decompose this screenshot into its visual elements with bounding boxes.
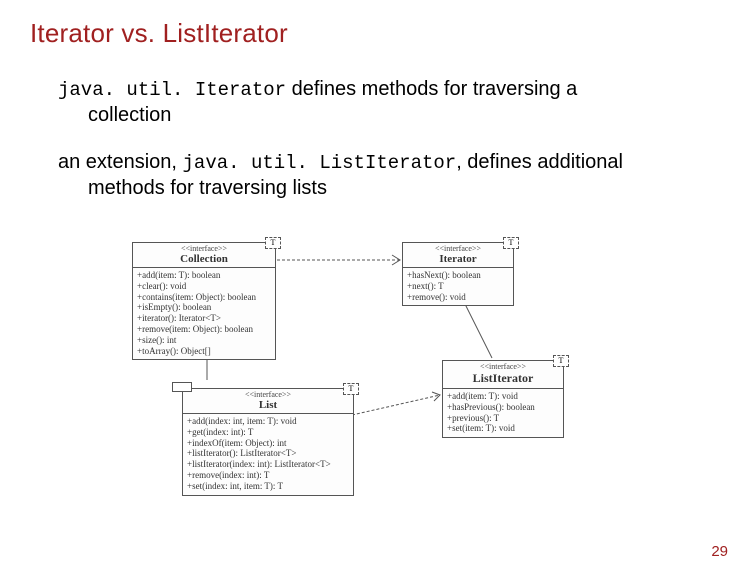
uml-iterator-members: +hasNext(): boolean +next(): T +remove()… (403, 268, 513, 305)
uml-iterator: <<interface>> Iterator +hasNext(): boole… (402, 242, 514, 306)
code-listiterator: java. util. ListIterator (183, 152, 457, 174)
slide: Iterator vs. ListIterator java. util. It… (0, 0, 756, 576)
uml-listiterator-typeparam: T (553, 355, 569, 367)
paragraph-2: an extension, java. util. ListIterator, … (58, 150, 726, 201)
uml-list-members: +add(index: int, item: T): void +get(ind… (183, 414, 353, 495)
uml-collection-typeparam: T (265, 237, 281, 249)
p2-lead: an extension, (58, 151, 183, 173)
uml-iterator-stereo: <<interface>> (403, 243, 513, 253)
slide-title: Iterator vs. ListIterator (30, 18, 726, 49)
uml-listiterator: <<interface>> ListIterator +add(item: T)… (442, 360, 564, 438)
uml-listiterator-name: ListIterator (443, 371, 563, 389)
p1-text2: collection (88, 103, 726, 128)
p2-text2: methods for traversing lists (88, 176, 726, 201)
uml-list-typeparam: T (343, 383, 359, 395)
page-number: 29 (711, 543, 728, 560)
p1-text1: defines methods for traversing a (286, 78, 577, 100)
uml-collection-name: Collection (133, 253, 275, 268)
uml-collection-members: +add(item: T): boolean +clear(): void +c… (133, 268, 275, 359)
uml-iterator-name: Iterator (403, 253, 513, 268)
uml-collection-stereo: <<interface>> (133, 243, 275, 253)
uml-list: <<interface>> List +add(index: int, item… (182, 388, 354, 496)
p2-mid: , defines additional (456, 151, 623, 173)
uml-collection: <<interface>> Collection +add(item: T): … (132, 242, 276, 360)
uml-list-stereo: <<interface>> (183, 389, 353, 399)
uml-list-name: List (183, 399, 353, 414)
uml-iterator-typeparam: T (503, 237, 519, 249)
uml-list-corner (172, 382, 192, 392)
paragraph-1: java. util. Iterator defines methods for… (58, 77, 726, 128)
code-iterator: java. util. Iterator (58, 79, 286, 101)
uml-diagram: <<interface>> Collection +add(item: T): … (122, 240, 642, 510)
uml-listiterator-members: +add(item: T): void +hasPrevious(): bool… (443, 389, 563, 437)
uml-listiterator-stereo: <<interface>> (443, 361, 563, 371)
